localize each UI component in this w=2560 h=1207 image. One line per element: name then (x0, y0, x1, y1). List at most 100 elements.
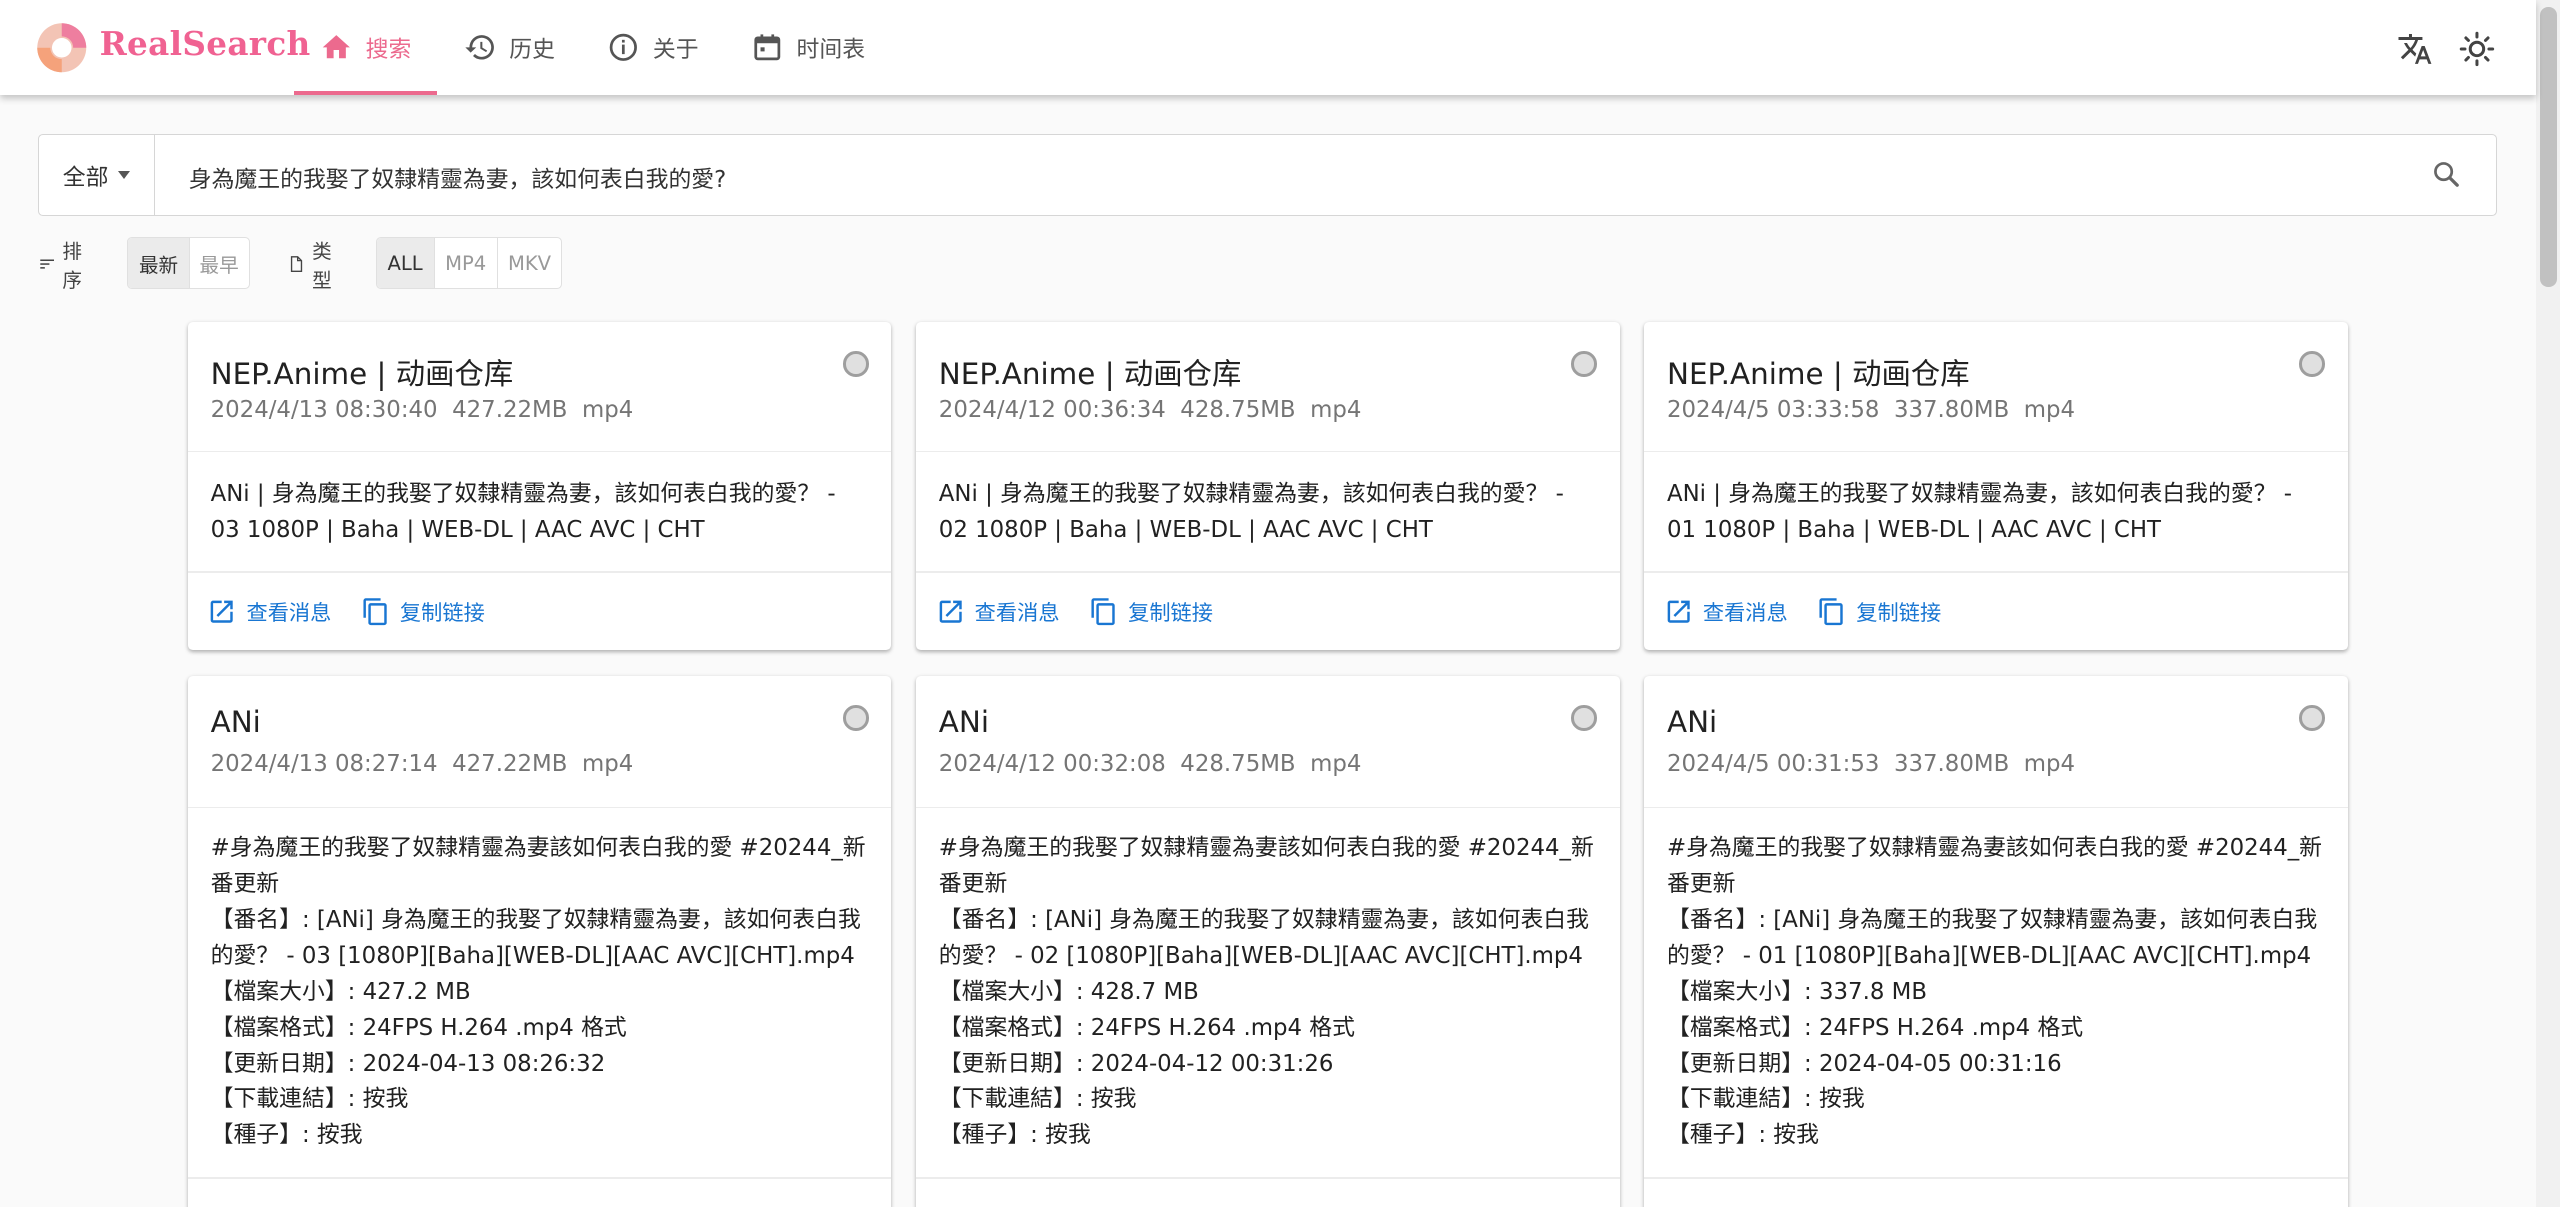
card-meta: 2024/4/5 00:31:53 337.80MB mp4 (1666, 751, 2076, 778)
type-label: 类型 (287, 237, 339, 292)
divider (187, 1177, 892, 1179)
view-message-label: 查看消息 (246, 600, 332, 626)
card-body: #身為魔王的我娶了奴隸精靈為妻該如何表白我的愛 #20244_新番更新 【番名】… (938, 835, 1594, 1149)
open-in-new-icon (1667, 600, 1690, 623)
card-source: ANi (210, 705, 261, 740)
card-source: NEP.Anime | 动画仓库 (1666, 357, 1970, 392)
card-body: ANi | 身為魔王的我娶了奴隸精靈為妻，該如何表白我的愛？ - 01 1080… (1666, 480, 2293, 543)
view-message-button[interactable]: 查看消息 (1664, 596, 1788, 627)
view-message-button[interactable]: 查看消息 (207, 596, 331, 627)
search-bar: 全部 (37, 133, 2497, 219)
select-radio[interactable] (1571, 351, 1597, 377)
main-nav: 搜索 历史 关于 时间表 (293, 0, 891, 95)
scrollbar-thumb[interactable] (2540, 6, 2557, 288)
view-message-label: 查看消息 (1702, 600, 1788, 626)
type-all-button[interactable]: ALL (376, 237, 435, 289)
type-mkv-button[interactable]: MKV (498, 238, 562, 289)
nav-schedule-label: 时间表 (796, 37, 866, 64)
home-icon (322, 35, 350, 59)
divider (187, 571, 892, 574)
sort-newest-button[interactable]: 最新 (128, 237, 190, 289)
card-actions: 查看消息 复制链接 (936, 596, 1243, 627)
result-card[interactable]: ANi 2024/4/5 00:31:53 337.80MB mp4 #身為魔王… (1644, 675, 2348, 1207)
nav-about-label: 关于 (652, 37, 699, 64)
divider (1644, 571, 2348, 574)
scope-value: 全部 (62, 164, 109, 191)
divider (915, 806, 1620, 809)
result-card[interactable]: NEP.Anime | 动画仓库 2024/4/5 03:33:58 337.8… (1644, 321, 2348, 650)
card-source: NEP.Anime | 动画仓库 (210, 357, 514, 392)
file-icon (291, 255, 303, 272)
translate-icon[interactable] (2397, 31, 2433, 67)
copy-icon (1091, 597, 1115, 625)
copy-link-button[interactable]: 复制链接 (1817, 596, 1941, 627)
open-in-new-icon (211, 600, 234, 623)
copy-icon (1819, 597, 1843, 625)
card-body: #身為魔王的我娶了奴隸精靈為妻該如何表白我的愛 #20244_新番更新 【番名】… (210, 835, 866, 1149)
app-bar: RealSearch 搜索 历史 关于 时间表 (0, 0, 2536, 95)
card-body: #身為魔王的我娶了奴隸精靈為妻該如何表白我的愛 #20244_新番更新 【番名】… (1666, 835, 2323, 1149)
sort-label: 排序 (38, 237, 90, 292)
divider (915, 450, 1620, 453)
divider (187, 806, 892, 809)
select-radio[interactable] (2299, 705, 2325, 731)
type-toggle-group: ALL MP4 MKV (375, 236, 563, 290)
result-card[interactable]: ANi 2024/4/13 08:27:14 427.22MB mp4 #身為魔… (187, 675, 892, 1207)
copy-link-label: 复制链接 (1128, 600, 1213, 626)
brand-name[interactable]: RealSearch (100, 24, 311, 63)
copy-link-button[interactable]: 复制链接 (1089, 596, 1213, 627)
chevron-down-icon (118, 170, 131, 179)
divider (915, 571, 1620, 574)
card-actions: 查看消息 复制链接 (1664, 596, 1971, 627)
nav-history[interactable]: 历史 (437, 0, 581, 95)
divider (1644, 1177, 2348, 1179)
theme-toggle-icon[interactable] (2459, 31, 2495, 67)
result-card[interactable]: NEP.Anime | 动画仓库 2024/4/12 00:36:34 428.… (915, 321, 1620, 650)
sort-icon (39, 259, 54, 269)
divider (1644, 806, 2348, 809)
result-card[interactable]: ANi 2024/4/12 00:32:08 428.75MB mp4 #身為魔… (915, 675, 1620, 1207)
view-message-label: 查看消息 (974, 600, 1060, 626)
card-actions: 查看消息 复制链接 (207, 596, 514, 627)
card-meta: 2024/4/13 08:27:14 427.22MB mp4 (210, 751, 634, 778)
open-in-new-icon (939, 600, 962, 623)
nav-schedule[interactable]: 时间表 (725, 0, 891, 95)
nav-search[interactable]: 搜索 (293, 0, 438, 95)
divider (187, 450, 892, 453)
nav-history-label: 历史 (509, 37, 555, 64)
type-label-text: 类型 (312, 239, 332, 292)
nav-about[interactable]: 关于 (581, 0, 725, 95)
copy-icon (363, 597, 387, 625)
copy-link-label: 复制链接 (399, 600, 485, 626)
card-meta: 2024/4/13 08:30:40 427.22MB mp4 (210, 396, 634, 423)
card-source: NEP.Anime | 动画仓库 (938, 357, 1242, 392)
card-source: ANi (938, 705, 990, 740)
divider (1644, 450, 2348, 453)
result-card[interactable]: NEP.Anime | 动画仓库 2024/4/13 08:30:40 427.… (187, 321, 892, 650)
scope-select[interactable]: 全部 (39, 134, 156, 215)
sort-toggle-group: 最新 最早 (127, 236, 250, 290)
card-meta: 2024/4/12 00:32:08 428.75MB mp4 (938, 751, 1362, 778)
search-icon[interactable] (2430, 158, 2463, 191)
card-meta: 2024/4/12 00:36:34 428.75MB mp4 (938, 396, 1362, 423)
type-mp4-button[interactable]: MP4 (435, 237, 498, 289)
view-message-button[interactable]: 查看消息 (936, 596, 1060, 627)
sort-label-text: 排序 (62, 239, 82, 292)
copy-link-label: 复制链接 (1856, 600, 1942, 626)
calendar-icon (754, 34, 781, 61)
card-source: ANi (1666, 705, 1718, 740)
info-icon (609, 33, 638, 61)
logo-icon[interactable] (34, 20, 90, 76)
select-radio[interactable] (843, 705, 869, 731)
select-radio[interactable] (843, 351, 869, 377)
copy-link-button[interactable]: 复制链接 (361, 596, 485, 627)
divider (915, 1177, 1620, 1179)
card-meta: 2024/4/5 03:33:58 337.80MB mp4 (1666, 396, 2076, 423)
select-radio[interactable] (2299, 351, 2325, 377)
select-radio[interactable] (1571, 705, 1597, 731)
nav-search-label: 搜索 (365, 37, 412, 64)
sort-oldest-button[interactable]: 最早 (190, 238, 249, 289)
history-icon (464, 35, 494, 60)
search-input[interactable] (185, 134, 2397, 219)
card-body: ANi | 身為魔王的我娶了奴隸精靈為妻，該如何表白我的愛？ - 02 1080… (938, 480, 1564, 543)
